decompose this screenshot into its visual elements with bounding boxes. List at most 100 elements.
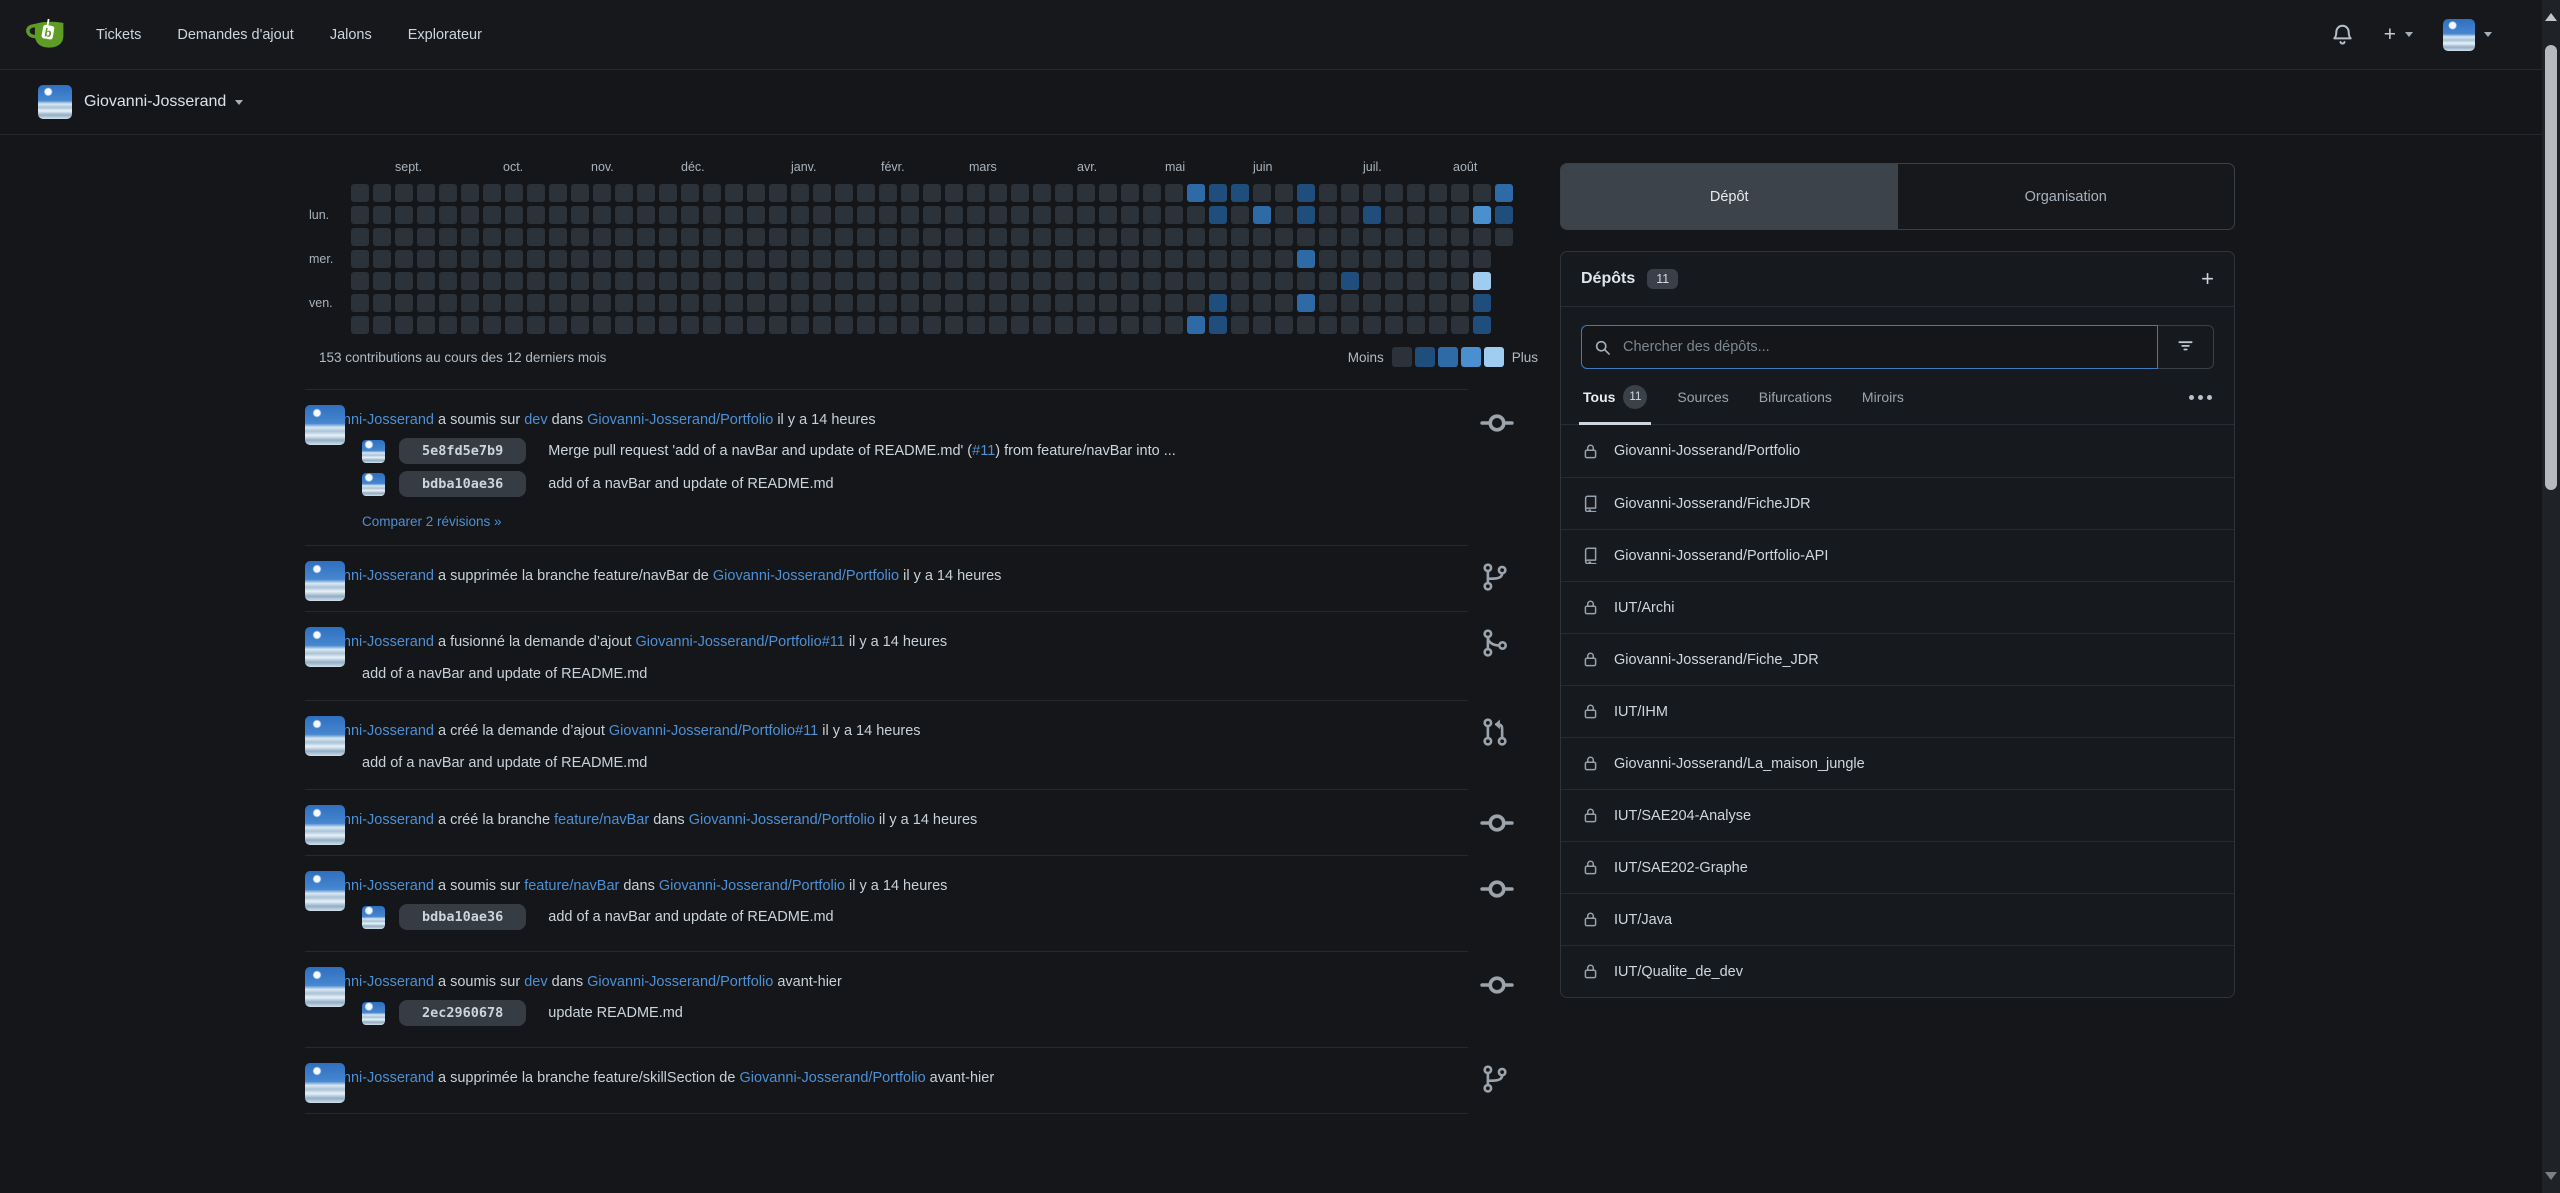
feed-link[interactable]: Giovanni-Josserand/Portfolio bbox=[587, 412, 773, 428]
heatmap-cell bbox=[549, 316, 567, 334]
heatmap-month-label: juin bbox=[1253, 160, 1272, 174]
feed-text: a soumis sur bbox=[434, 974, 524, 990]
repo-filter-tabs: Tous11 Sources Bifurcations Miroirs bbox=[1561, 385, 2234, 425]
commit-hash[interactable]: 2ec2960678 bbox=[399, 1000, 526, 1026]
user-menu[interactable] bbox=[2443, 19, 2492, 51]
feed-avatar bbox=[305, 627, 345, 667]
repo-row[interactable]: IUT/Java bbox=[1561, 893, 2234, 945]
heatmap-cell bbox=[725, 228, 743, 246]
compare-revisions-link[interactable]: Comparer 2 révisions » bbox=[362, 514, 502, 529]
heatmap-cell bbox=[879, 294, 897, 312]
context-switcher[interactable]: Giovanni-Josserand bbox=[38, 85, 243, 119]
repo-row[interactable]: IUT/Archi bbox=[1561, 581, 2234, 633]
feed-link[interactable]: Giovanni-Josserand/Portfolio bbox=[587, 974, 773, 990]
repo-row[interactable]: IUT/SAE204-Analyse bbox=[1561, 789, 2234, 841]
top-navbar: b Tickets Demandes d'ajout Jalons Explorate… bbox=[0, 0, 2560, 70]
heatmap-cell bbox=[351, 272, 369, 290]
heatmap-cell bbox=[1407, 316, 1425, 334]
heatmap-cell bbox=[1429, 294, 1447, 312]
repo-row[interactable]: Giovanni-Josserand/Fiche_JDR bbox=[1561, 633, 2234, 685]
heatmap-cell bbox=[1407, 272, 1425, 290]
heatmap-month-label: janv. bbox=[791, 160, 816, 174]
filter-tab-sources[interactable]: Sources bbox=[1677, 389, 1728, 420]
filter-button[interactable] bbox=[2158, 325, 2214, 369]
heatmap-cell bbox=[1363, 206, 1381, 224]
legend-less-label: Moins bbox=[1348, 350, 1384, 365]
more-filters-icon[interactable] bbox=[2189, 395, 2212, 415]
repo-row[interactable]: IUT/IHM bbox=[1561, 685, 2234, 737]
heatmap-cell bbox=[857, 250, 875, 268]
commit-hash[interactable]: 5e8fd5e7b9 bbox=[399, 438, 526, 464]
heatmap-cell bbox=[1473, 206, 1491, 224]
heatmap-cell bbox=[923, 228, 941, 246]
feed-body-text: add of a navBar and update of README.md bbox=[362, 666, 1438, 682]
nav-item-demandes-d-ajout[interactable]: Demandes d'ajout bbox=[177, 27, 293, 43]
feed-link[interactable]: dev bbox=[524, 412, 547, 428]
legend-swatch bbox=[1484, 347, 1504, 367]
heatmap-cell bbox=[1275, 316, 1293, 334]
heatmap-cell bbox=[1011, 184, 1029, 202]
gitea-logo-icon[interactable]: b bbox=[24, 14, 66, 56]
scrollbar-down-arrow-icon[interactable] bbox=[2545, 1172, 2557, 1186]
feed-text: a créé la demande d’ajout bbox=[434, 723, 609, 739]
feed-link[interactable]: feature/navBar bbox=[554, 812, 649, 828]
repo-name: Giovanni-Josserand/FicheJDR bbox=[1614, 496, 1811, 512]
heatmap-cell bbox=[747, 294, 765, 312]
repo-row[interactable]: Giovanni-Josserand/Portfolio-API bbox=[1561, 529, 2234, 581]
heatmap-cell bbox=[1077, 294, 1095, 312]
heatmap-cell bbox=[725, 206, 743, 224]
feed-link[interactable]: Giovanni-Josserand/Portfolio bbox=[713, 568, 899, 584]
repo-row[interactable]: Giovanni-Josserand/FicheJDR bbox=[1561, 477, 2234, 529]
heatmap-cell bbox=[835, 272, 853, 290]
heatmap-cell bbox=[1407, 184, 1425, 202]
nav-item-tickets[interactable]: Tickets bbox=[96, 27, 141, 43]
heatmap-cell bbox=[1429, 206, 1447, 224]
filter-tab-miroirs[interactable]: Miroirs bbox=[1862, 389, 1904, 420]
repo-row[interactable]: IUT/Qualite_de_dev bbox=[1561, 945, 2234, 997]
scrollbar-thumb[interactable] bbox=[2545, 45, 2557, 490]
heatmap-cell bbox=[1451, 228, 1469, 246]
new-repo-button[interactable]: + bbox=[2201, 268, 2214, 290]
nav-item-explorateur[interactable]: Explorateur bbox=[408, 27, 482, 43]
heatmap-grid[interactable] bbox=[351, 184, 1538, 334]
commit-hash[interactable]: bdba10ae36 bbox=[399, 471, 526, 497]
page-scrollbar[interactable] bbox=[2542, 0, 2560, 1193]
filter-tab-bifurcations[interactable]: Bifurcations bbox=[1759, 389, 1832, 420]
tab-organisation[interactable]: Organisation bbox=[1898, 164, 2235, 229]
feed-link[interactable]: feature/navBar bbox=[524, 878, 619, 894]
heatmap-cell bbox=[1407, 250, 1425, 268]
feed-link[interactable]: Giovanni-Josserand/Portfolio#11 bbox=[636, 634, 845, 650]
feed-link[interactable]: Giovanni-Josserand/Portfolio#11 bbox=[609, 723, 818, 739]
feed-link[interactable]: Giovanni-Josserand/Portfolio bbox=[689, 812, 875, 828]
heatmap-cell bbox=[461, 206, 479, 224]
feed-headline: Giovanni-Josserand a soumis sur feature/… bbox=[305, 868, 1468, 897]
commit-message-link[interactable]: #11 bbox=[972, 443, 995, 459]
heatmap-cell bbox=[593, 228, 611, 246]
heatmap-cell bbox=[1099, 250, 1117, 268]
heatmap-cell bbox=[1297, 250, 1315, 268]
tab-depot[interactable]: Dépôt bbox=[1561, 164, 1898, 229]
feed-headline: Giovanni-Josserand a fusionné la demande… bbox=[305, 624, 1468, 653]
repo-row[interactable]: Giovanni-Josserand/La_maison_jungle bbox=[1561, 737, 2234, 789]
heatmap-cell bbox=[1231, 184, 1249, 202]
filter-tab-tous[interactable]: Tous11 bbox=[1583, 385, 1647, 424]
repo-name: IUT/Java bbox=[1614, 912, 1672, 928]
heatmap-cell bbox=[373, 206, 391, 224]
heatmap-cell bbox=[791, 272, 809, 290]
create-new-button[interactable]: + bbox=[2384, 24, 2413, 45]
heatmap-cell bbox=[1165, 272, 1183, 290]
commit-hash[interactable]: bdba10ae36 bbox=[399, 904, 526, 930]
repo-row[interactable]: Giovanni-Josserand/Portfolio bbox=[1561, 425, 2234, 477]
notifications-bell-icon[interactable] bbox=[2331, 23, 2354, 46]
repo-search-input[interactable] bbox=[1621, 338, 2145, 356]
scrollbar-up-arrow-icon[interactable] bbox=[2545, 7, 2557, 21]
activity-column: sept.oct.nov.déc.janv.févr.marsavr.maiju… bbox=[305, 160, 1538, 1114]
repo-row[interactable]: IUT/SAE202-Graphe bbox=[1561, 841, 2234, 893]
feed-headline: Giovanni-Josserand a créé la demande d’a… bbox=[305, 713, 1468, 742]
nav-item-jalons[interactable]: Jalons bbox=[330, 27, 372, 43]
feed-link[interactable]: Giovanni-Josserand/Portfolio bbox=[739, 1070, 925, 1086]
feed-link[interactable]: dev bbox=[524, 974, 547, 990]
feed-avatar bbox=[305, 967, 345, 1007]
feed-link[interactable]: Giovanni-Josserand/Portfolio bbox=[659, 878, 845, 894]
commit-icon bbox=[1480, 872, 1514, 906]
